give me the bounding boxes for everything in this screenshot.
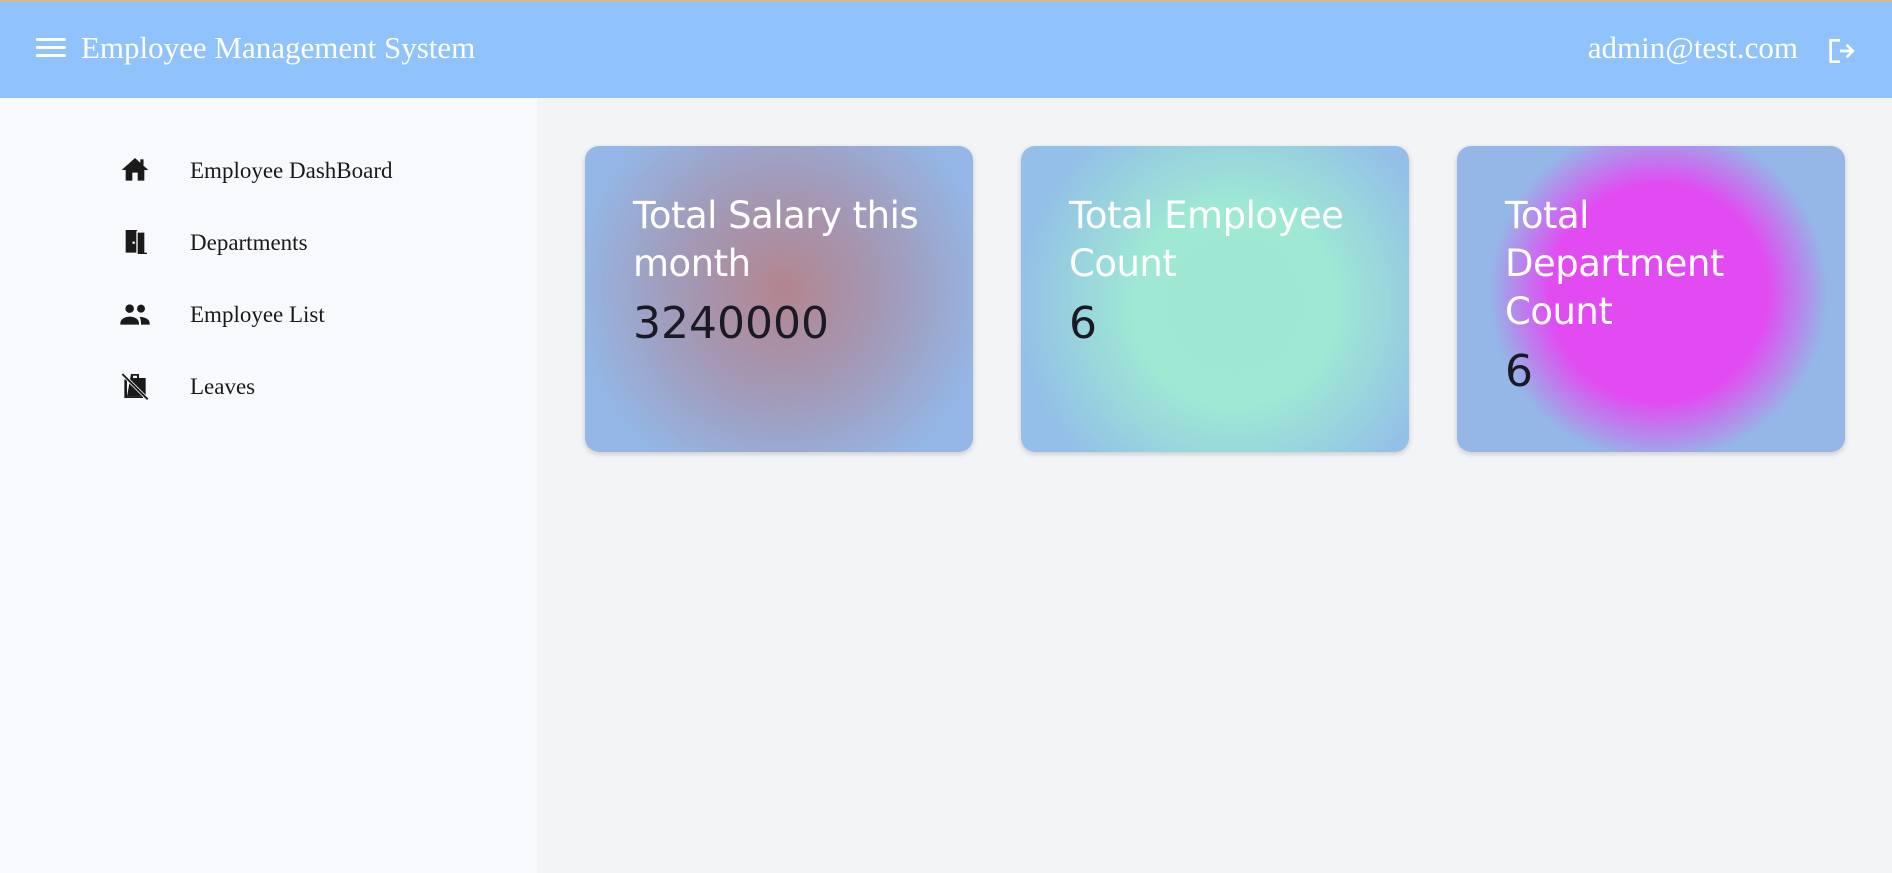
- card-value: 6: [1069, 298, 1097, 349]
- card-title: Total Department Count: [1505, 194, 1724, 333]
- menu-icon[interactable]: [36, 38, 66, 62]
- work-off-icon: [118, 370, 152, 402]
- total-salary-card[interactable]: Total Salary this month 3240000: [585, 146, 973, 452]
- card-value: 3240000: [633, 298, 829, 349]
- app-title: Employee Management System: [81, 30, 476, 65]
- sidebar-item-departments[interactable]: Departments: [118, 222, 478, 262]
- logout-icon[interactable]: [1824, 35, 1856, 67]
- sidebar-item-label: Employee DashBoard: [190, 158, 393, 183]
- card-title: Total Salary this month: [633, 194, 919, 285]
- sidebar-item-label: Leaves: [190, 374, 256, 399]
- door-icon: [118, 226, 152, 258]
- top-app-bar: Employee Management System admin@test.co…: [0, 0, 1892, 98]
- sidebar-item-employee-dashboard[interactable]: Employee DashBoard: [118, 150, 478, 190]
- sidebar-item-label: Departments: [190, 230, 308, 255]
- people-icon: [118, 298, 152, 330]
- user-email: admin@test.com: [1587, 30, 1798, 65]
- sidebar-item-label: Employee List: [190, 302, 325, 327]
- home-icon: [118, 154, 152, 186]
- total-employee-count-card[interactable]: Total Employee Count 6: [1021, 146, 1409, 452]
- sidebar-item-leaves[interactable]: Leaves: [118, 366, 478, 406]
- main-content: Total Salary this month 3240000 Total Em…: [537, 98, 1892, 873]
- total-department-count-card[interactable]: Total Department Count 6: [1457, 146, 1845, 452]
- card-title: Total Employee Count: [1069, 194, 1344, 285]
- sidebar-item-employee-list[interactable]: Employee List: [118, 294, 478, 334]
- card-value: 6: [1505, 346, 1533, 397]
- sidebar: Employee DashBoard Departments Employee …: [0, 98, 537, 873]
